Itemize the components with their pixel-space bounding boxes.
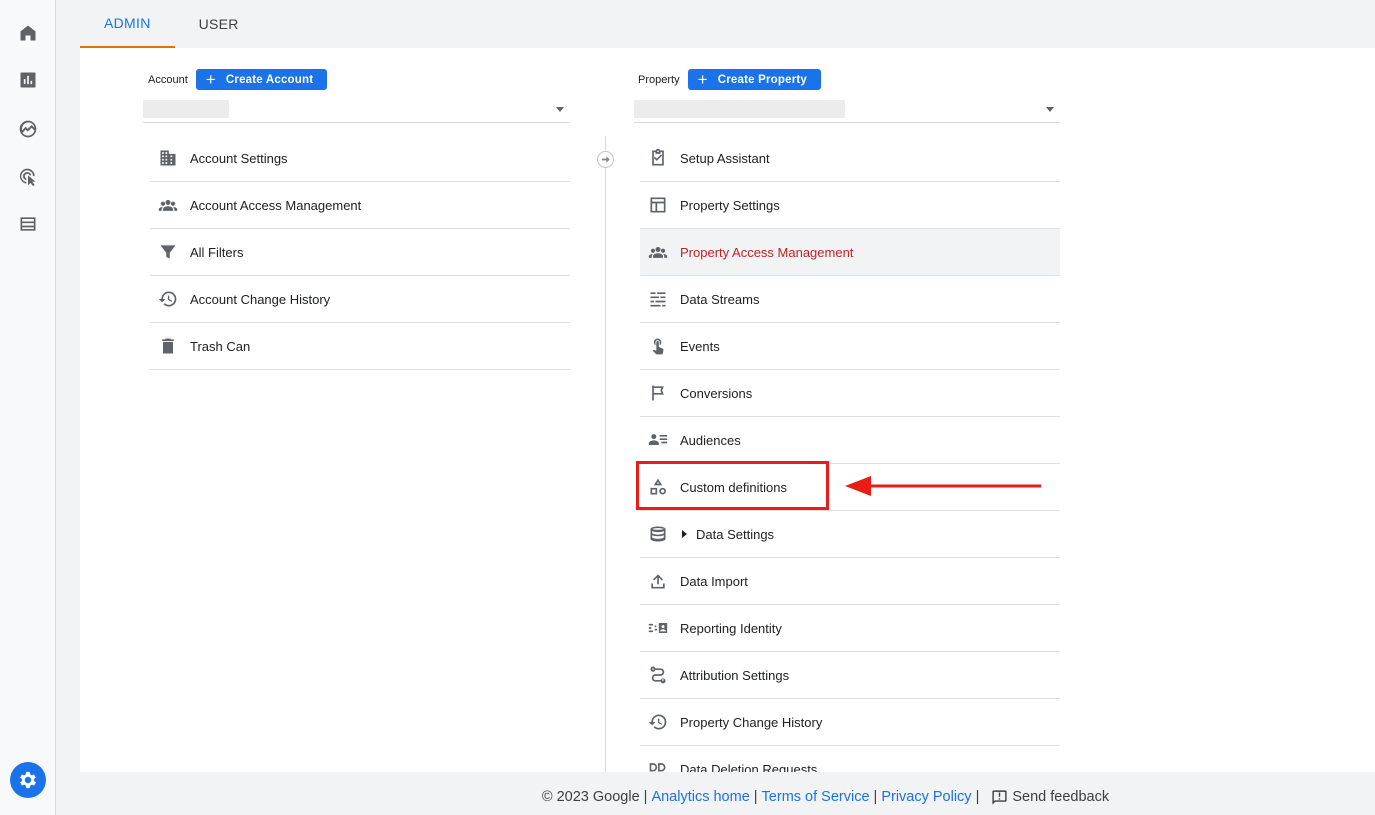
menu-item-events[interactable]: Events: [640, 323, 1060, 370]
property-name-redacted: [634, 100, 845, 118]
annotation-arrow-icon: [845, 476, 1041, 496]
copyright-text: © 2023 Google: [541, 789, 640, 805]
menu-item-trash-can[interactable]: Trash Can: [150, 323, 570, 370]
flag-icon: [640, 383, 680, 403]
menu-item-setup-assistant[interactable]: Setup Assistant: [640, 135, 1060, 182]
menu-item-attribution-settings[interactable]: Attribution Settings: [640, 652, 1060, 699]
history-icon: [150, 289, 190, 309]
advertising-icon[interactable]: [16, 165, 40, 189]
configure-icon[interactable]: [16, 212, 40, 236]
menu-item-property-change-history[interactable]: Property Change History: [640, 699, 1060, 746]
chevron-down-icon: [1046, 107, 1054, 112]
dd-icon: [640, 759, 680, 772]
menu-item-account-settings[interactable]: Account Settings: [150, 135, 570, 182]
filter-icon: [150, 242, 190, 262]
footer-separator: |: [753, 789, 758, 805]
trash-icon: [150, 336, 190, 356]
arrow-right-circle-icon: [597, 151, 614, 168]
menu-item-property-settings[interactable]: Property Settings: [640, 182, 1060, 229]
tab-admin[interactable]: ADMIN: [80, 0, 175, 48]
tab-user[interactable]: USER: [175, 0, 263, 48]
annotation-highlight-box: [636, 461, 829, 510]
property-menu: Setup Assistant Property Settings Proper…: [640, 135, 1060, 772]
create-property-button[interactable]: + Create Property: [687, 69, 822, 90]
database-icon: [640, 524, 680, 544]
menu-item-conversions[interactable]: Conversions: [640, 370, 1060, 417]
footer-separator: |: [873, 789, 878, 805]
chevron-down-icon: [556, 107, 564, 112]
menu-item-audiences[interactable]: Audiences: [640, 417, 1060, 464]
expand-triangle-icon[interactable]: [682, 530, 687, 538]
people-icon: [150, 195, 190, 215]
property-label: Property: [638, 73, 680, 86]
menu-item-reporting-identity[interactable]: Reporting Identity: [640, 605, 1060, 652]
footer-separator: |: [975, 789, 980, 805]
left-nav-rail: [0, 0, 56, 815]
send-feedback-label: Send feedback: [1012, 789, 1110, 805]
menu-item-account-access-management[interactable]: Account Access Management: [150, 182, 570, 229]
property-selector[interactable]: [634, 95, 1060, 123]
touch-icon: [640, 336, 680, 356]
audience-icon: [640, 430, 680, 450]
footer-separator: |: [643, 789, 648, 805]
menu-item-data-import[interactable]: Data Import: [640, 558, 1060, 605]
reports-icon[interactable]: [16, 68, 40, 92]
account-name-redacted: [143, 100, 229, 118]
create-account-label: Create Account: [225, 73, 314, 86]
account-selector[interactable]: [143, 95, 570, 123]
identity-icon: [640, 618, 680, 638]
explore-icon[interactable]: [16, 117, 40, 141]
menu-item-all-filters[interactable]: All Filters: [150, 229, 570, 276]
admin-panel: Account + Create Account Account Setting…: [80, 48, 1375, 772]
account-header: Account + Create Account: [148, 69, 328, 90]
terms-of-service-link[interactable]: Terms of Service: [762, 789, 870, 805]
create-property-label: Create Property: [717, 73, 808, 86]
send-feedback-button[interactable]: Send feedback: [991, 789, 1109, 806]
menu-item-data-deletion-requests[interactable]: Data Deletion Requests: [640, 746, 1060, 772]
create-account-button[interactable]: + Create Account: [195, 69, 328, 90]
upload-icon: [640, 571, 680, 591]
column-divider: [605, 136, 606, 772]
plus-icon: +: [697, 70, 708, 89]
route-icon: [640, 665, 680, 685]
property-header: Property + Create Property: [638, 69, 822, 90]
streams-icon: [640, 289, 680, 309]
admin-tabs: ADMIN USER: [80, 0, 1375, 48]
people-icon: [640, 242, 680, 262]
privacy-policy-link[interactable]: Privacy Policy: [881, 789, 971, 805]
home-icon[interactable]: [16, 21, 40, 45]
building-icon: [150, 148, 190, 168]
menu-item-data-settings[interactable]: Data Settings: [640, 511, 1060, 558]
menu-item-data-streams[interactable]: Data Streams: [640, 276, 1060, 323]
account-menu: Account Settings Account Access Manageme…: [150, 135, 570, 370]
account-label: Account: [148, 73, 188, 86]
footer: © 2023 Google | Analytics home | Terms o…: [0, 786, 1375, 808]
feedback-icon: [992, 789, 1007, 805]
analytics-home-link[interactable]: Analytics home: [651, 789, 749, 805]
history-icon: [640, 712, 680, 732]
plus-icon: +: [205, 70, 216, 89]
menu-item-account-change-history[interactable]: Account Change History: [150, 276, 570, 323]
layout-icon: [640, 195, 680, 215]
clipboard-check-icon: [640, 148, 680, 168]
menu-item-property-access-management[interactable]: Property Access Management: [640, 229, 1060, 276]
